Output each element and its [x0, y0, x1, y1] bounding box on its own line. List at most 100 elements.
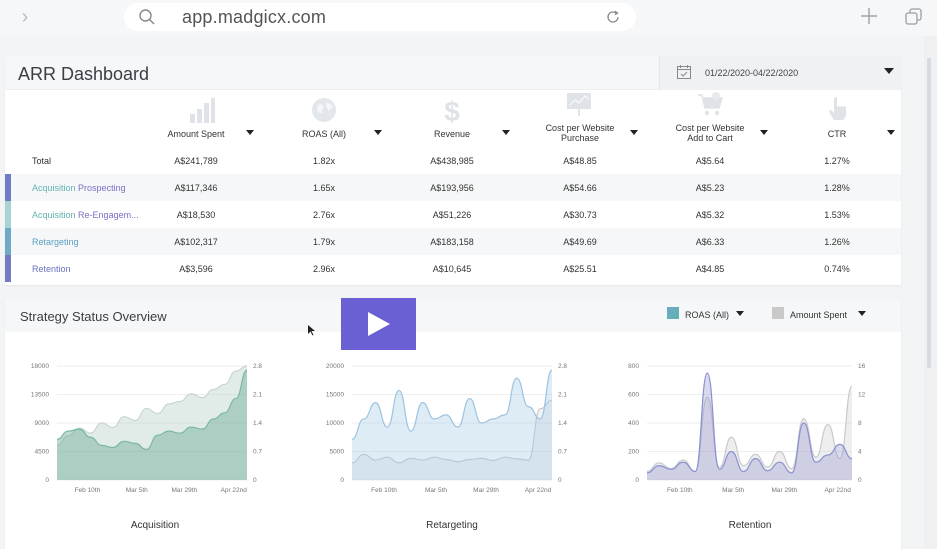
chevron-down-icon[interactable]	[887, 130, 895, 135]
y-right-tick-label: 0	[858, 477, 862, 484]
y-left-tick-label: 800	[628, 363, 639, 370]
chart-retargeting: 20000 15000 10000 5000 0 2.8 2.1 1.4 0.7 0 Feb 10t…	[326, 363, 567, 494]
cell-ctr: 1.26%	[824, 237, 850, 247]
metric-label-cost-per-add-to-cart[interactable]: Cost per Website Add to Cart	[670, 123, 750, 143]
video-play-button[interactable]	[341, 298, 416, 350]
x-tick-label: Mar 29th	[772, 487, 798, 494]
metric-label-ctr[interactable]: CTR	[802, 129, 872, 139]
x-tick-label: Apr 22nd	[221, 487, 248, 494]
x-tick-label: Mar 29th	[473, 487, 499, 494]
x-tick-label: Apr 22nd	[525, 487, 552, 494]
legend-swatch-amount-spent	[772, 307, 784, 319]
y-left-tick-label: 9000	[35, 420, 50, 427]
y-right-tick-label: 12	[858, 392, 866, 399]
forward-icon[interactable]: ›	[10, 3, 40, 31]
globe-icon	[312, 98, 336, 122]
row-name-link[interactable]: Acquisition Re-Engagem...	[32, 210, 139, 220]
y-left-tick-label: 5000	[330, 449, 345, 456]
metric-label-revenue[interactable]: Revenue	[417, 129, 487, 139]
cell-roas: 2.76x	[312, 210, 336, 220]
chevron-down-icon[interactable]	[246, 130, 254, 135]
chart-title-retargeting: Retargeting	[426, 520, 478, 531]
y-left-tick-label: 18000	[31, 363, 49, 370]
y-right-tick-label: 0	[558, 477, 562, 484]
cell-amount-spent: A$102,317	[174, 237, 218, 247]
cell-amount-spent: A$3,596	[179, 264, 213, 274]
dollar-icon: $	[444, 96, 460, 124]
table-row-retention[interactable]: Retention A$3,596 2.96x A$10,645 A$25.51…	[5, 255, 901, 282]
row-name: Total	[32, 156, 52, 166]
cell-amount-spent: A$18,530	[176, 210, 216, 220]
svg-text:$: $	[444, 96, 460, 124]
table-row-retargeting[interactable]: Retargeting A$102,317 1.79x A$183,158 A$…	[5, 228, 901, 255]
cell-revenue: A$183,158	[430, 237, 474, 247]
table-row-acquisition-re-engagement[interactable]: Acquisition Re-Engagem... A$18,530 2.76x…	[5, 201, 901, 228]
chevron-down-icon[interactable]	[858, 311, 866, 316]
reload-icon[interactable]	[604, 8, 622, 26]
x-tick-label: Feb 10th	[371, 487, 397, 494]
chart-retention: 800 600 400 200 0 16 12 8 4 0 Feb 10th Mar 5th Mar 2…	[628, 363, 866, 494]
url-text: app.madgicx.com	[182, 7, 327, 27]
section-title: Strategy Status Overview	[20, 309, 167, 324]
y-right-tick-label: 8	[858, 420, 862, 427]
cell-ctr: 0.74%	[824, 264, 850, 274]
row-name-part-strategy: Acquisition	[32, 183, 76, 193]
chevron-down-icon[interactable]	[736, 311, 744, 316]
address-bar[interactable]: app.madgicx.com	[124, 3, 636, 31]
y-left-tick-label: 0	[635, 477, 639, 484]
chevron-down-icon[interactable]	[502, 130, 510, 135]
chevron-down-icon[interactable]	[884, 68, 894, 74]
x-tick-label: Mar 5th	[126, 487, 148, 494]
chevron-down-icon[interactable]	[760, 130, 768, 135]
y-left-tick-label: 10000	[326, 420, 344, 427]
x-tick-label: Apr 22nd	[824, 487, 851, 494]
cell-roas: 2.96x	[312, 264, 336, 274]
legend-label-roas[interactable]: ROAS (All)	[685, 310, 729, 320]
y-left-tick-label: 15000	[326, 392, 344, 399]
row-name-link[interactable]: Acquisition Prospecting	[32, 183, 126, 193]
y-right-tick-label: 0	[253, 477, 257, 484]
scrollbar-thumb[interactable]	[927, 58, 931, 368]
row-color-bar	[5, 201, 11, 228]
cell-cost-per-purchase: A$54.66	[563, 183, 597, 193]
table-row-acquisition-prospecting[interactable]: Acquisition Prospecting A$117,346 1.65x …	[5, 174, 901, 201]
page-title: ARR Dashboard	[18, 64, 150, 84]
cell-roas: 1.82x	[312, 156, 336, 166]
row-name-link[interactable]: Retargeting	[32, 237, 79, 247]
row-color-bar	[5, 255, 11, 282]
browser-toolbar: › app.madgicx.com	[0, 0, 937, 36]
y-right-tick-label: 0.7	[253, 449, 262, 456]
row-name-part-strategy: Acquisition	[32, 210, 76, 220]
chevron-down-icon[interactable]	[630, 130, 638, 135]
y-left-tick-label: 400	[628, 420, 639, 427]
y-left-tick-label: 600	[628, 392, 639, 399]
legend-label-amount-spent[interactable]: Amount Spent	[790, 310, 847, 320]
y-right-tick-label: 4	[858, 449, 862, 456]
y-left-tick-label: 0	[45, 477, 49, 484]
chart-title-acquisition: Acquisition	[130, 520, 180, 531]
metric-label-amount-spent[interactable]: Amount Spent	[161, 129, 231, 139]
new-tab-icon[interactable]	[858, 5, 880, 27]
cell-amount-spent: A$241,789	[174, 156, 218, 166]
arr-header: ARR Dashboard 01/22/2020-04/22/2020	[5, 56, 901, 90]
row-name-part-type: Re-Engagem...	[78, 210, 139, 220]
row-name-link[interactable]: Retention	[32, 264, 71, 274]
y-right-tick-label: 2.1	[558, 392, 567, 399]
cell-roas: 1.65x	[312, 183, 336, 193]
x-tick-label: Mar 5th	[425, 487, 447, 494]
y-right-tick-label: 1.4	[558, 420, 567, 427]
metric-label-cost-per-purchase[interactable]: Cost per Website Purchase	[540, 123, 620, 143]
cell-revenue: A$51,226	[432, 210, 472, 220]
hand-pointer-icon	[829, 97, 846, 120]
y-right-tick-label: 0.7	[558, 449, 567, 456]
tabs-overview-icon[interactable]	[904, 7, 924, 27]
cell-roas: 1.79x	[312, 237, 336, 247]
x-tick-label: Feb 10th	[667, 487, 693, 494]
metric-label-roas[interactable]: ROAS (All)	[289, 129, 359, 139]
cell-cost-per-add-to-cart: A$5.23	[695, 183, 725, 193]
cell-ctr: 1.28%	[824, 183, 850, 193]
chevron-down-icon[interactable]	[374, 130, 382, 135]
date-range-picker[interactable]: 01/22/2020-04/22/2020	[659, 56, 901, 90]
y-left-tick-label: 13500	[31, 392, 49, 399]
play-icon	[368, 312, 390, 336]
